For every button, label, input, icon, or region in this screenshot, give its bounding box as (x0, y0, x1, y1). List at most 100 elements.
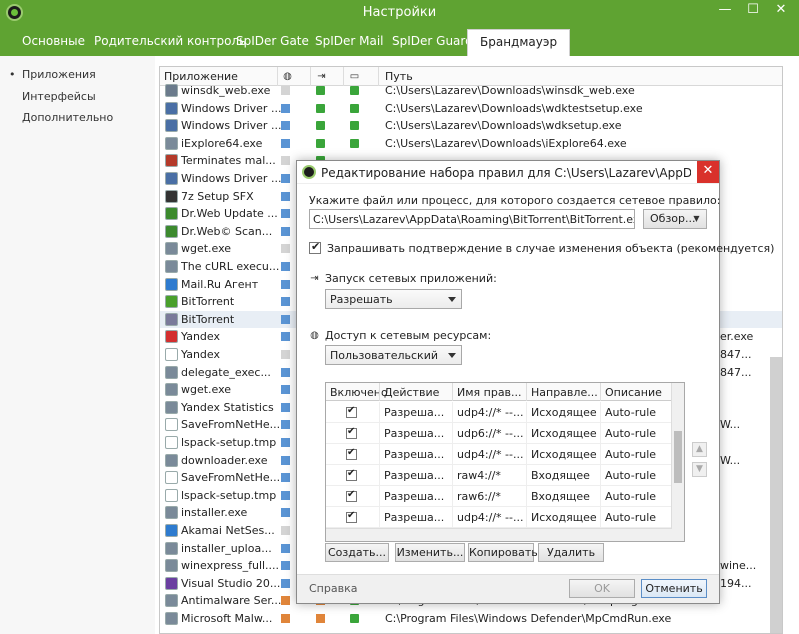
globe-icon: ◍ (310, 330, 319, 341)
status-icon[interactable] (281, 332, 290, 342)
status-icon[interactable] (281, 561, 290, 571)
rule-desc: Auto-rule (605, 448, 657, 461)
vertical-scrollbar[interactable] (770, 357, 782, 633)
launch-select[interactable]: Разрешать (325, 289, 462, 309)
file-path-input[interactable]: C:\Users\Lazarev\AppData\Roaming\BitTorr… (309, 209, 635, 229)
app-icon (165, 348, 178, 361)
status-icon[interactable] (281, 314, 290, 324)
status-icon[interactable] (281, 174, 290, 183)
network-launch-icon: ⇥ (310, 273, 319, 284)
dialog-close-button[interactable]: ✕ (697, 161, 719, 183)
status-icon[interactable] (316, 103, 325, 113)
status-icon[interactable] (281, 103, 290, 113)
rule-enabled-checkbox[interactable] (346, 510, 357, 523)
rule-enabled-checkbox[interactable] (346, 426, 357, 439)
status-icon[interactable] (281, 297, 290, 307)
rule-action: Разреша... (384, 490, 445, 503)
status-icon[interactable] (281, 191, 290, 201)
status-icon[interactable] (281, 543, 290, 553)
app-icon (165, 119, 178, 133)
rule-enabled-checkbox[interactable] (346, 489, 357, 502)
status-icon[interactable] (281, 455, 290, 465)
status-icon[interactable] (281, 402, 290, 412)
status-icon[interactable] (281, 420, 290, 430)
status-icon[interactable] (281, 138, 290, 148)
status-icon[interactable] (350, 121, 359, 131)
status-icon[interactable] (316, 614, 325, 623)
rule-row[interactable]: Разреша... raw6://* Входящее Auto-rule (326, 486, 672, 507)
rule-enabled-checkbox[interactable] (346, 468, 357, 481)
status-icon[interactable] (281, 473, 290, 483)
column-direction[interactable]: Направле... (531, 386, 598, 399)
access-select[interactable]: Пользовательский (325, 345, 462, 365)
move-up-button[interactable]: ▲ (692, 442, 707, 457)
rule-row[interactable]: Разреша... raw4://* Входящее Auto-rule (326, 465, 672, 486)
sidebar-item-advanced[interactable]: Дополнительно (10, 111, 113, 124)
rule-enabled-checkbox[interactable] (346, 447, 357, 460)
copy-rule-button[interactable]: Копировать (468, 543, 538, 562)
browse-button[interactable]: Обзор... ▼ (643, 209, 707, 229)
tab-firewall[interactable]: Брандмауэр (467, 29, 571, 56)
status-icon[interactable] (281, 262, 290, 271)
rules-horizontal-scrollbar[interactable] (326, 528, 672, 541)
table-row[interactable]: iExplore64.exe C:\Users\Lazarev\Downloads… (160, 135, 782, 153)
status-icon[interactable] (350, 86, 359, 95)
rule-row[interactable]: Разреша... udp6://* --... Исходящее Auto-ru… (326, 423, 672, 444)
status-icon[interactable] (281, 156, 290, 166)
table-row[interactable]: Windows Driver ... C:\Users\Lazarev\Downl… (160, 117, 782, 135)
rules-vertical-scrollbar[interactable] (671, 383, 684, 541)
status-icon[interactable] (281, 367, 290, 377)
column-description[interactable]: Описание (605, 386, 662, 399)
minimize-button[interactable]: — (711, 0, 739, 22)
cancel-button[interactable]: Отменить (641, 579, 707, 598)
status-icon[interactable] (281, 490, 290, 500)
app-icon (165, 136, 178, 150)
rule-row[interactable]: Разреша... udp4://* --... Исходящее Auto-ru… (326, 402, 672, 423)
confirm-checkbox[interactable] (309, 240, 321, 254)
edit-rule-button[interactable]: Изменить... (395, 543, 465, 562)
status-icon[interactable] (281, 121, 290, 131)
status-icon[interactable] (350, 614, 359, 623)
status-icon[interactable] (316, 86, 325, 95)
ok-button[interactable]: OK (569, 579, 635, 598)
app-icon (165, 418, 178, 432)
status-icon[interactable] (281, 209, 290, 219)
sidebar-item-applications[interactable]: Приложения (9, 68, 96, 81)
move-down-button[interactable]: ▼ (692, 462, 707, 477)
status-icon[interactable] (281, 86, 290, 95)
status-icon[interactable] (281, 226, 290, 236)
status-icon[interactable] (281, 578, 290, 588)
delete-rule-button[interactable]: Удалить (538, 543, 604, 562)
status-icon[interactable] (281, 508, 290, 518)
status-icon[interactable] (281, 350, 290, 359)
table-row[interactable]: winsdk_web.exe C:\Users\Lazarev\Downloads… (160, 82, 782, 100)
status-icon[interactable] (281, 244, 290, 254)
status-icon[interactable] (281, 438, 290, 447)
rule-desc: Auto-rule (605, 511, 657, 524)
status-icon[interactable] (281, 596, 290, 606)
status-icon[interactable] (350, 103, 359, 113)
rule-row[interactable]: Разреша... udp4://* --... Исходящее Auto-ru… (326, 444, 672, 465)
status-icon[interactable] (316, 121, 325, 131)
rule-row[interactable]: Разреша... udp4://* --... Исходящее Auto-ru… (326, 507, 672, 528)
status-icon[interactable] (316, 138, 325, 148)
table-row[interactable]: Microsoft Malw... C:\Program Files\Window… (160, 610, 782, 628)
status-icon[interactable] (281, 614, 290, 623)
table-row[interactable]: Windows Driver ... C:\Users\Lazarev\Downl… (160, 100, 782, 118)
access-label: Доступ к сетевым ресурсам: (325, 329, 492, 342)
column-rule-name[interactable]: Имя прав... (457, 386, 522, 399)
column-action[interactable]: Действие (384, 386, 439, 399)
app-icon (165, 260, 178, 273)
close-button[interactable]: ✕ (767, 0, 795, 22)
app-icon (165, 277, 178, 291)
status-icon[interactable] (281, 526, 290, 535)
status-icon[interactable] (350, 138, 359, 148)
rule-enabled-checkbox[interactable] (346, 405, 357, 418)
create-rule-button[interactable]: Создать... (325, 543, 389, 562)
app-icon (165, 488, 178, 502)
sidebar-item-interfaces[interactable]: Интерфейсы (10, 90, 96, 103)
maximize-button[interactable]: ☐ (739, 0, 767, 22)
help-link[interactable]: Справка (309, 582, 357, 595)
status-icon[interactable] (281, 279, 290, 289)
status-icon[interactable] (281, 385, 290, 395)
